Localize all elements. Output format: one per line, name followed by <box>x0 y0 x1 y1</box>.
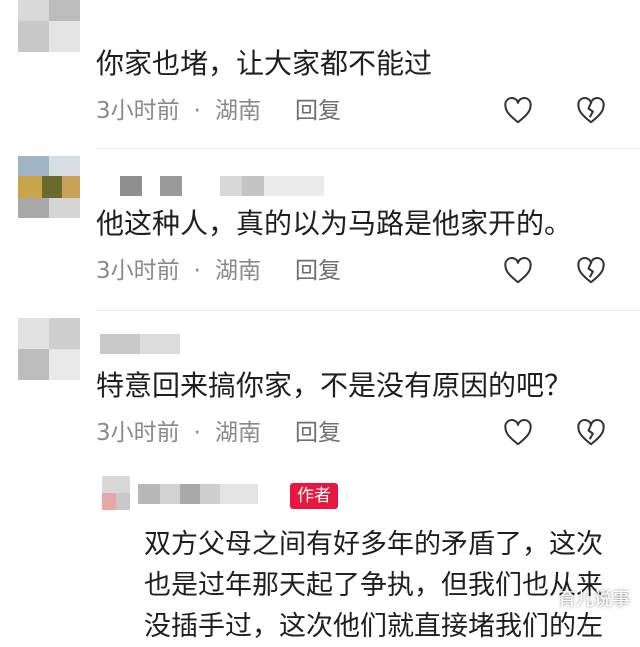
comment-time: 3小时前 <box>96 98 180 124</box>
comment-text: 特意回来搞你家，不是没有原因的吧？ <box>96 369 573 402</box>
comment-text: 他这种人，真的以为马路是他家开的。 <box>96 207 573 240</box>
avatar[interactable] <box>18 318 80 380</box>
meta-separator: · <box>193 420 201 446</box>
heart-outline-icon[interactable] <box>503 96 533 126</box>
comment-region: 湖南 <box>214 420 261 446</box>
author-reply-line: 没插手过，这次他们就直接堵我们的左 <box>144 611 603 642</box>
comment-meta: 3小时前 · 湖南 回复 <box>96 419 341 447</box>
meta-separator: · <box>193 98 201 124</box>
broken-heart-icon[interactable] <box>576 418 606 448</box>
comment-3: 特意回来搞你家，不是没有原因的吧？ 3小时前 · 湖南 回复 <box>0 312 640 472</box>
author-reply-line: 双方父母之间有好多年的矛盾了，这次 <box>144 529 603 560</box>
divider <box>96 148 640 149</box>
comment-meta: 3小时前 · 湖南 回复 <box>96 97 341 125</box>
watermark: 育儿说事 <box>558 589 630 610</box>
comment-1: 你家也堵，让大家都不能过 3小时前 · 湖南 回复 <box>0 0 640 150</box>
reply-button[interactable]: 回复 <box>295 257 341 285</box>
avatar[interactable] <box>18 0 80 52</box>
reply-button[interactable]: 回复 <box>295 419 341 447</box>
heart-outline-icon[interactable] <box>503 418 533 448</box>
username-redacted[interactable] <box>100 334 190 354</box>
broken-heart-icon[interactable] <box>576 96 606 126</box>
username-redacted[interactable] <box>120 176 330 196</box>
avatar[interactable] <box>18 156 80 218</box>
reply-button[interactable]: 回复 <box>295 97 341 125</box>
comment-time: 3小时前 <box>96 420 180 446</box>
avatar[interactable] <box>102 476 130 510</box>
comment-region: 湖南 <box>214 98 261 124</box>
username-redacted <box>180 484 220 504</box>
broken-heart-icon[interactable] <box>576 256 606 286</box>
comment-meta: 3小时前 · 湖南 回复 <box>96 257 341 285</box>
meta-separator: · <box>193 258 201 284</box>
heart-outline-icon[interactable] <box>503 256 533 286</box>
divider <box>96 310 640 311</box>
comment-2: 他这种人，真的以为马路是他家开的。 3小时前 · 湖南 回复 <box>0 150 640 311</box>
comment-text: 你家也堵，让大家都不能过 <box>96 47 433 80</box>
author-badge: 作者 <box>290 483 338 509</box>
comment-region: 湖南 <box>214 258 261 284</box>
comment-time: 3小时前 <box>96 258 180 284</box>
